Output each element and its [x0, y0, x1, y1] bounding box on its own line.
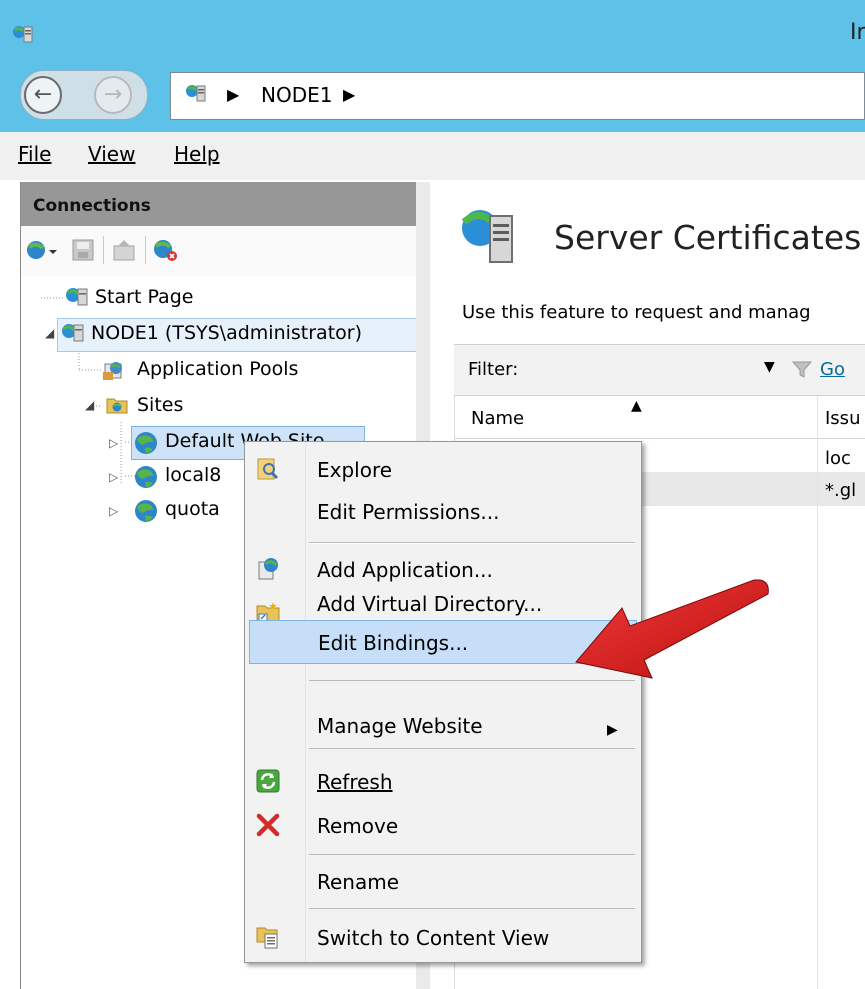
expand-triangle-icon[interactable]: ▷ [109, 504, 118, 518]
tree-item-label: local8 [165, 464, 222, 486]
expand-triangle-icon[interactable]: ▷ [109, 436, 118, 450]
forward-button[interactable]: → [94, 76, 132, 114]
collapse-triangle-icon[interactable]: ◢ [85, 398, 94, 412]
refresh-icon [255, 768, 281, 794]
connect-globe-icon[interactable] [25, 238, 61, 262]
save-icon[interactable] [71, 238, 97, 262]
menu-item-label: Edit Bindings... [318, 631, 469, 655]
back-button[interactable]: ← [24, 76, 62, 114]
connections-header: Connections [21, 182, 417, 226]
content-view-icon [255, 922, 281, 950]
menu-item-refresh[interactable]: Refresh [245, 762, 641, 802]
title-bar: Ir [0, 0, 865, 62]
server-certificates-icon [458, 206, 520, 268]
menu-view[interactable]: View [88, 142, 135, 166]
menu-help[interactable]: Help [174, 142, 220, 166]
column-header-issued[interactable]: Issu [825, 408, 860, 429]
address-bar: ← → ▶ NODE1 ▶ [0, 62, 865, 132]
tree-item-label: Start Page [95, 286, 194, 308]
table-cell[interactable]: loc [825, 448, 851, 469]
breadcrumb-node1[interactable]: NODE1 [261, 83, 332, 107]
column-separator [817, 396, 818, 989]
globe-icon [133, 498, 159, 524]
back-arrow-icon: ← [33, 82, 53, 107]
menu-item-label: Manage Website [317, 714, 483, 738]
menu-item-label: Switch to Content View [317, 926, 550, 950]
menu-item-label: Edit Permissions... [317, 500, 500, 524]
menu-bar: File View Help [0, 132, 865, 180]
menu-item-manage-website[interactable]: Manage Website [245, 706, 641, 746]
funnel-icon [792, 361, 812, 379]
toolbar-divider [145, 236, 146, 264]
grid-header: Name ▲ Issu [455, 396, 865, 439]
menu-item-explore[interactable]: Explore [245, 450, 641, 490]
expand-triangle-icon[interactable]: ▷ [109, 470, 118, 484]
address-path-box[interactable]: ▶ NODE1 ▶ [170, 72, 865, 120]
menu-item-label: Add Virtual Directory... [317, 592, 543, 616]
filter-dropdown-icon[interactable]: ▼ [764, 359, 775, 375]
feature-description: Use this feature to request and manag [462, 302, 811, 323]
remove-icon [255, 812, 281, 838]
menu-item-label: Explore [317, 458, 393, 482]
page-title: Server Certificates [554, 218, 862, 257]
collapse-triangle-icon[interactable]: ◢ [45, 326, 54, 340]
menu-item-label: Add Application... [317, 558, 493, 582]
add-application-icon [255, 556, 281, 582]
submenu-arrow-icon: ▶ [607, 722, 618, 738]
forward-arrow-icon: → [103, 82, 123, 107]
menu-item-switch-to-content-view[interactable]: Switch to Content View [245, 918, 641, 958]
menu-item-label: Rename [317, 870, 400, 894]
iis-app-icon [12, 24, 34, 44]
menu-item-label: Refresh [317, 770, 393, 794]
menu-separator [309, 748, 635, 749]
server-icon [61, 322, 85, 344]
column-header-name[interactable]: Name [471, 408, 524, 429]
explore-icon [255, 456, 281, 482]
tree-item-label: NODE1 (TSYS\administrator) [91, 322, 362, 344]
app-pool-icon [101, 358, 127, 382]
sites-folder-icon [105, 394, 129, 416]
start-page-icon [65, 286, 89, 308]
menu-separator [309, 543, 635, 544]
menu-separator [309, 908, 635, 909]
sort-ascending-icon: ▲ [631, 398, 642, 414]
tree-item-label: Sites [137, 394, 184, 416]
red-annotation-arrow [575, 579, 769, 679]
up-level-icon[interactable] [111, 238, 139, 262]
context-menu: Explore Edit Permissions... Add Applicat… [244, 441, 642, 963]
toolbar-divider [103, 236, 104, 264]
tree-item-label: Application Pools [137, 358, 299, 380]
globe-icon [133, 464, 159, 490]
disconnect-icon[interactable] [151, 238, 181, 262]
go-button[interactable]: Go [820, 359, 845, 380]
filter-label: Filter: [468, 359, 519, 380]
connections-toolbar [21, 226, 417, 276]
table-cell[interactable]: *.gl [825, 480, 856, 501]
window-title: Ir [850, 20, 865, 45]
globe-icon [133, 430, 159, 456]
server-icon [185, 83, 207, 103]
menu-item-label: Remove [317, 814, 399, 838]
menu-item-edit-permissions[interactable]: Edit Permissions... [245, 492, 641, 532]
menu-item-rename[interactable]: Rename [245, 862, 641, 902]
breadcrumb-separator-icon[interactable]: ▶ [227, 85, 239, 104]
breadcrumb-separator-icon[interactable]: ▶ [343, 85, 355, 104]
filter-bar: Filter: ▼ Go [454, 344, 865, 396]
menu-file[interactable]: File [18, 142, 51, 166]
menu-separator [309, 854, 635, 855]
menu-item-remove[interactable]: Remove [245, 806, 641, 846]
tree-item-label: quota [165, 498, 220, 520]
